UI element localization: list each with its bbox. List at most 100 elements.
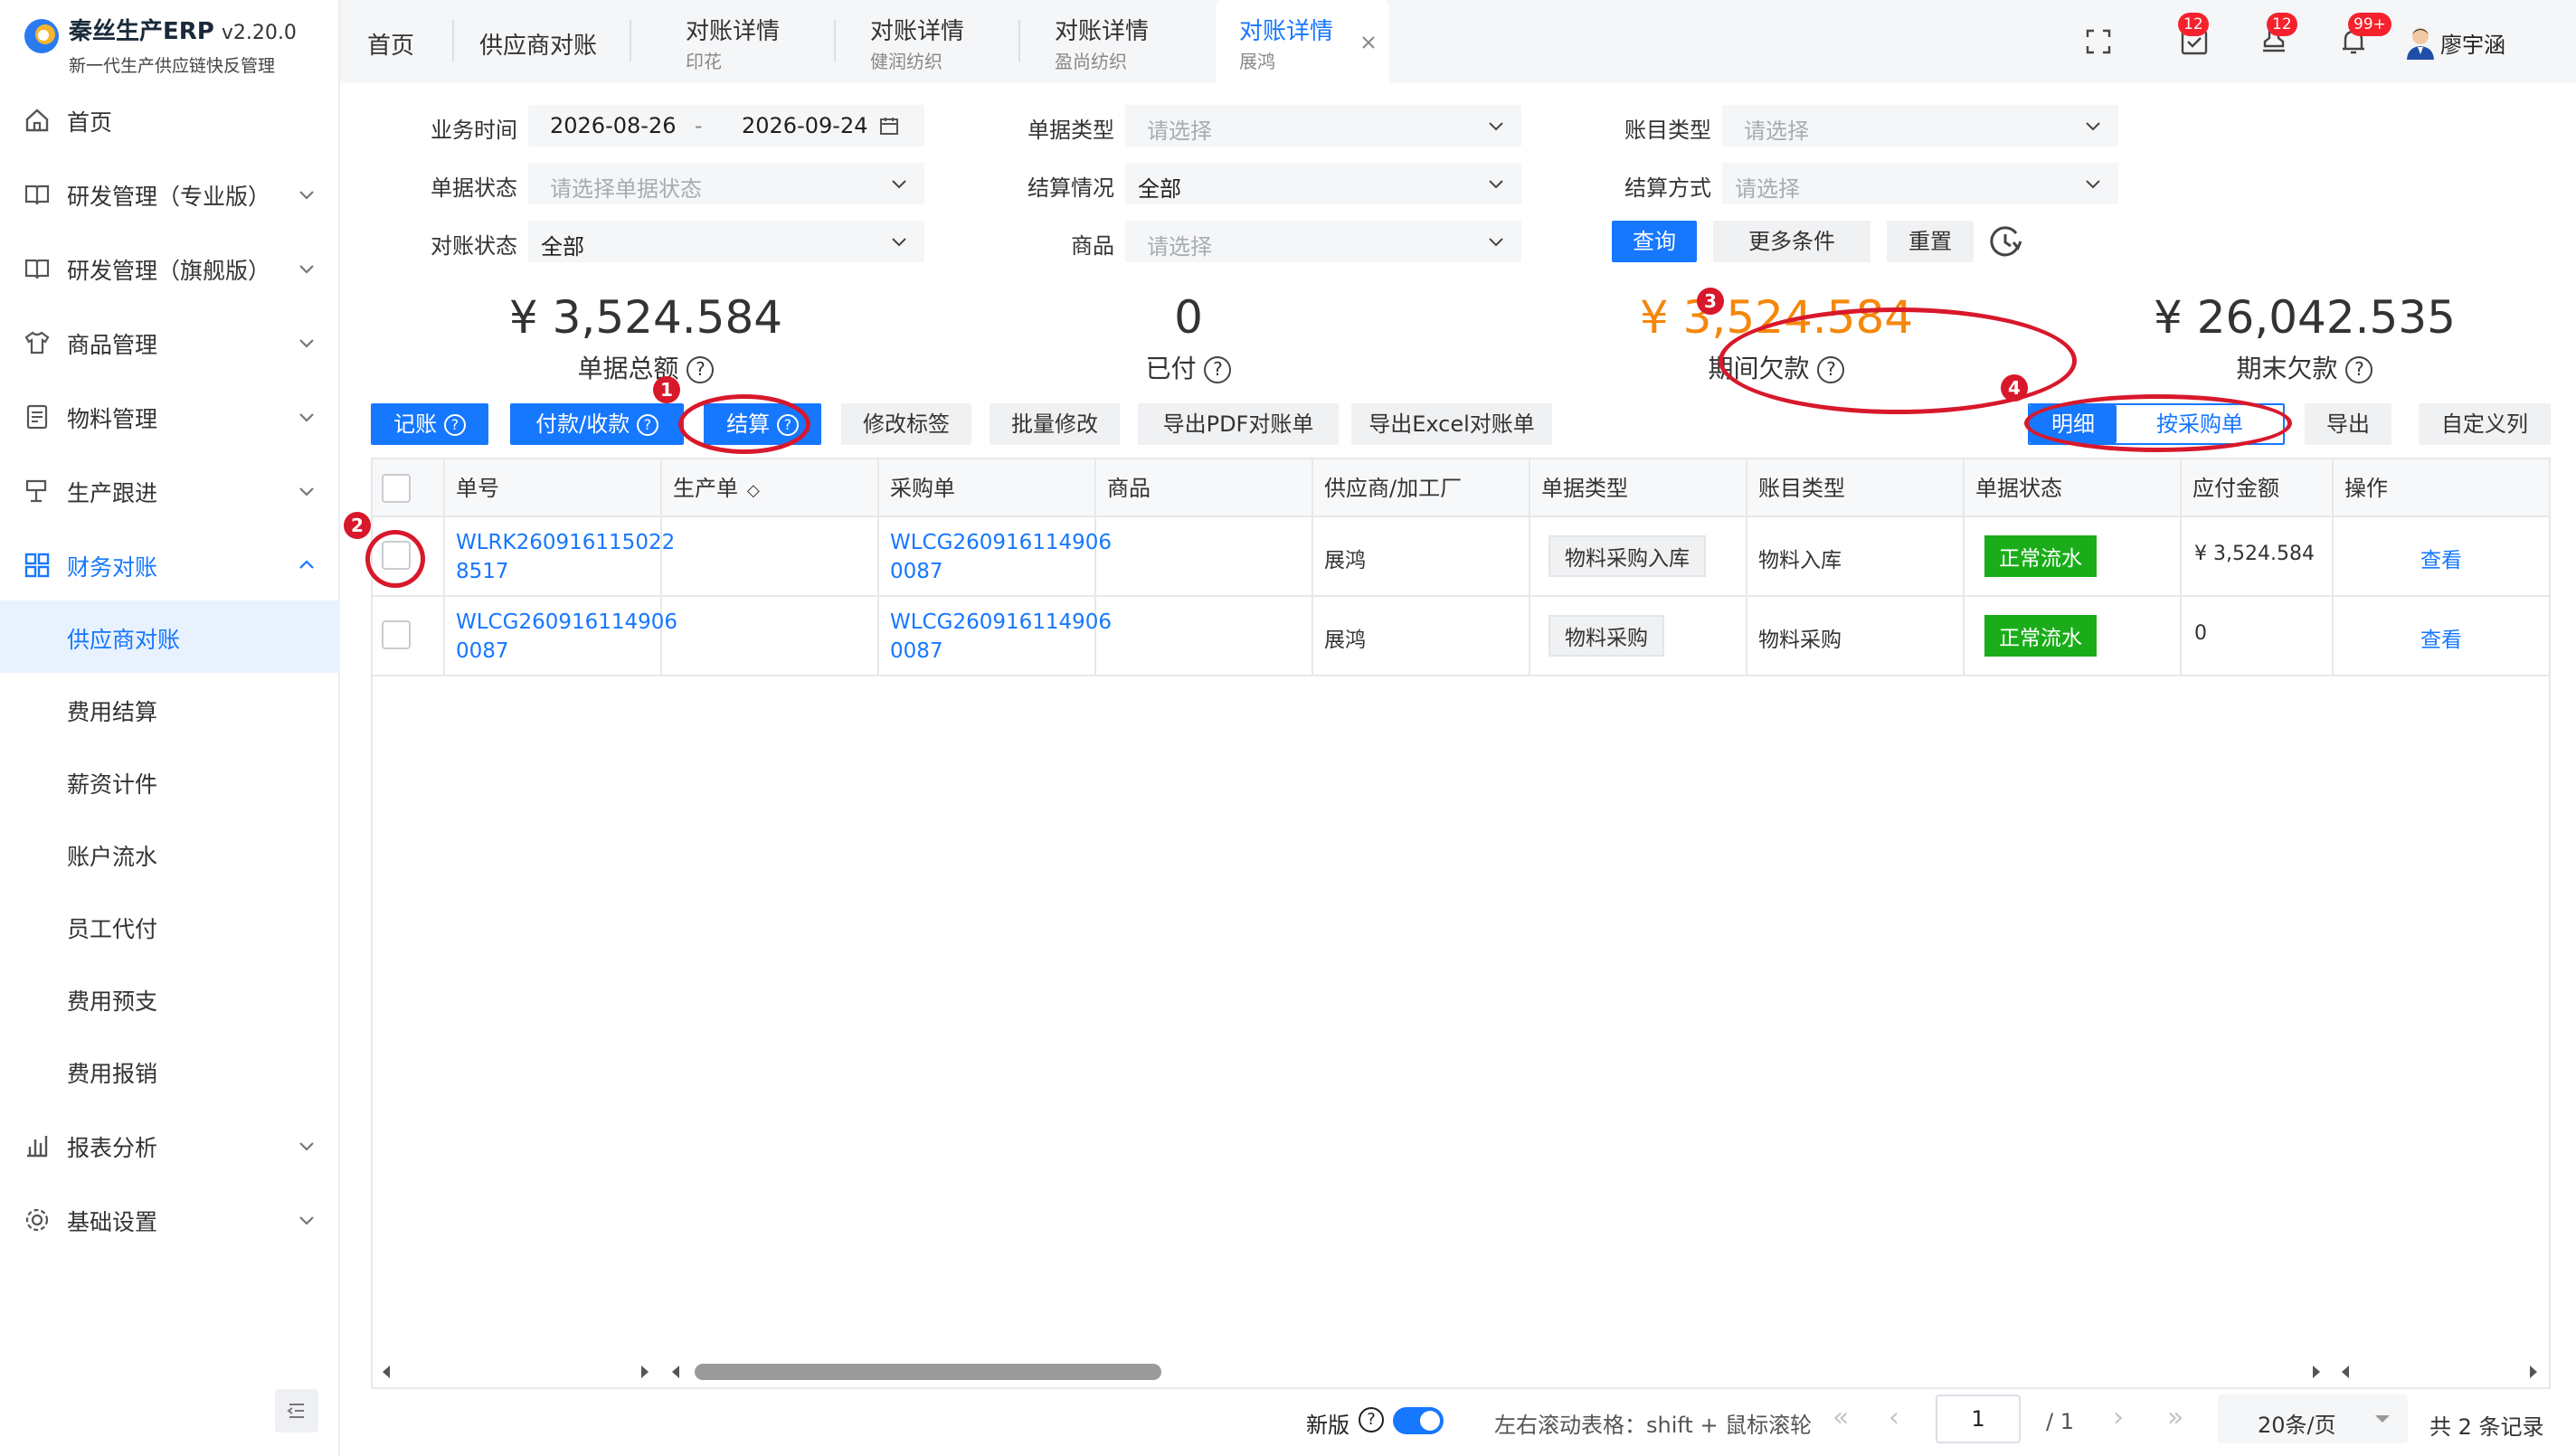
submenu-expense-advance[interactable]: 费用预支	[0, 962, 340, 1035]
view-link[interactable]: 查看	[2334, 597, 2549, 676]
fullscreen-icon[interactable]	[2082, 25, 2115, 58]
submenu-staff-payment[interactable]: 员工代付	[0, 890, 340, 962]
submenu-expense-settle[interactable]: 费用结算	[0, 673, 340, 745]
settle-select[interactable]: 全部	[1125, 163, 1521, 204]
custom-columns-button[interactable]: 自定义列	[2419, 403, 2551, 445]
doc-status-cell: 正常流水	[1965, 517, 2182, 597]
submenu-label: 费用结算	[67, 699, 158, 725]
edit-tag-button[interactable]: 修改标签	[841, 403, 971, 445]
batch-edit-button[interactable]: 批量修改	[990, 403, 1120, 445]
goods-select[interactable]: 请选择	[1125, 221, 1521, 262]
doc-no-line: WLCG260916114906	[456, 610, 678, 634]
sidebar-item-label: 研发管理（旗舰版）	[67, 258, 271, 284]
total-records: 共 2 条记录	[2429, 1414, 2544, 1440]
help-icon[interactable]: ?	[1204, 356, 1232, 383]
last-page-button[interactable]: »	[2167, 1402, 2183, 1433]
next-page-button[interactable]: ›	[2113, 1402, 2124, 1433]
submenu-label: 费用报销	[67, 1061, 158, 1087]
submenu-expense-claim[interactable]: 费用报销	[0, 1035, 340, 1107]
task-badge: 12	[2178, 13, 2209, 36]
scroll-left-arrow[interactable]	[669, 1364, 682, 1380]
scroll-thumb[interactable]	[695, 1364, 1161, 1380]
settle-method-select[interactable]: 请选择	[1722, 163, 2118, 204]
scroll-left-arrow[interactable]	[380, 1364, 393, 1380]
chevron-down-icon	[299, 339, 314, 348]
tab-recon-detail-yinhua[interactable]: 对账详情 印花	[686, 0, 794, 83]
prev-page-button[interactable]: ‹	[1889, 1402, 1899, 1433]
purchase-order-link[interactable]: WLCG260916114906 0087	[879, 517, 1112, 597]
caret-down-icon	[2375, 1415, 2390, 1423]
date-start[interactable]: 2026-08-26	[550, 113, 676, 138]
sort-icon[interactable]: ◇	[747, 481, 760, 500]
scroll-right-arrow[interactable]	[2527, 1364, 2540, 1380]
calendar-icon	[880, 118, 898, 135]
row-checkbox[interactable]	[382, 620, 411, 649]
doc-no-link[interactable]: WLRK260916115022 8517	[445, 517, 675, 597]
tab-supplier-recon[interactable]: 供应商对账	[479, 0, 606, 83]
chevron-down-icon	[2086, 122, 2100, 131]
chevron-down-icon	[299, 1216, 314, 1225]
sidebar-item-rd-pro[interactable]: 研发管理（专业版）	[0, 157, 340, 230]
doc-type-select[interactable]: 请选择	[1125, 105, 1521, 147]
view-link[interactable]: 查看	[2334, 517, 2549, 597]
help-icon[interactable]: ?	[1359, 1407, 1384, 1432]
select-placeholder: 请选择	[1147, 234, 1212, 260]
recon-status-select[interactable]: 全部	[528, 221, 924, 262]
doc-no-link[interactable]: WLCG260916114906 0087	[445, 597, 678, 676]
tab-recon-detail-jianrun[interactable]: 对账详情 健润纺织	[870, 0, 979, 83]
tab-recon-detail-zhanhong[interactable]: 对账详情 展鸿	[1216, 0, 1389, 83]
new-version-toggle[interactable]	[1393, 1407, 1444, 1434]
export-button[interactable]: 导出	[2305, 403, 2391, 445]
app-logo[interactable]: 秦丝生产ERP v2.20.0 新一代生产供应链快反管理	[22, 11, 329, 76]
chevron-down-icon	[892, 180, 906, 189]
history-clock-icon[interactable]	[1986, 222, 2024, 260]
scroll-left-arrow[interactable]	[2339, 1364, 2352, 1380]
page-size-select[interactable]: 20条/页	[2218, 1395, 2408, 1443]
user-name[interactable]: 廖宇涵	[2440, 27, 2505, 59]
export-pdf-button[interactable]: 导出PDF对账单	[1138, 403, 1339, 445]
date-end[interactable]: 2026-09-24	[742, 113, 867, 138]
scroll-right-arrow[interactable]	[639, 1364, 651, 1380]
scroll-right-arrow[interactable]	[2310, 1364, 2323, 1380]
sidebar-item-goods[interactable]: 商品管理	[0, 306, 340, 378]
query-button[interactable]: 查询	[1612, 221, 1697, 262]
more-conditions-button[interactable]: 更多条件	[1713, 221, 1870, 262]
col-production-order[interactable]: 生产单 ◇	[662, 459, 879, 517]
close-icon[interactable]	[1360, 34, 1377, 51]
sidebar-item-production[interactable]: 生产跟进	[0, 454, 340, 526]
tab-recon-detail-yingshang[interactable]: 对账详情 盈尚纺织	[1055, 0, 1163, 83]
avatar[interactable]	[2402, 24, 2439, 60]
purchase-order-link[interactable]: WLCG260916114906 0087	[879, 597, 1112, 676]
chevron-down-icon	[892, 238, 906, 247]
select-all-checkbox[interactable]	[382, 474, 411, 503]
tab-home[interactable]: 首页	[367, 0, 431, 83]
export-excel-button[interactable]: 导出Excel对账单	[1351, 403, 1552, 445]
submenu-supplier-recon[interactable]: 供应商对账	[0, 600, 340, 673]
table-horizontal-scrollbar[interactable]	[371, 1357, 2551, 1387]
doc-status-select[interactable]: 请选择单据状态	[528, 163, 924, 204]
sidebar-item-label: 商品管理	[67, 332, 158, 358]
collapse-sidebar-button[interactable]	[275, 1389, 318, 1432]
help-icon[interactable]: ?	[2345, 356, 2373, 383]
record-button[interactable]: 记账 ?	[371, 403, 488, 445]
doc-no-line: 0087	[456, 639, 509, 663]
reset-button[interactable]: 重置	[1887, 221, 1974, 262]
sidebar-item-home[interactable]: 首页	[0, 83, 340, 156]
page-input[interactable]: 1	[1936, 1395, 2021, 1443]
sidebar-item-settings[interactable]: 基础设置	[0, 1183, 340, 1255]
tab-label: 首页	[367, 33, 415, 60]
sidebar-item-reports[interactable]: 报表分析	[0, 1109, 340, 1181]
stat-value: ¥ 26,042.535	[2154, 291, 2456, 344]
acct-type-select[interactable]: 请选择	[1722, 105, 2118, 147]
help-icon[interactable]: ?	[687, 356, 715, 383]
sidebar-item-rd-flagship[interactable]: 研发管理（旗舰版）	[0, 232, 340, 304]
sidebar-item-label: 研发管理（专业版）	[67, 184, 271, 210]
date-range-picker[interactable]: 2026-08-26 - 2026-09-24	[528, 105, 924, 147]
sidebar-item-material[interactable]: 物料管理	[0, 380, 340, 452]
sidebar-item-finance[interactable]: 财务对账	[0, 528, 340, 600]
first-page-button[interactable]: «	[1833, 1402, 1849, 1433]
po-line: 0087	[890, 639, 943, 663]
submenu-piece-salary[interactable]: 薪资计件	[0, 745, 340, 818]
payment-button[interactable]: 付款/收款 ?	[510, 403, 684, 445]
submenu-account-flow[interactable]: 账户流水	[0, 818, 340, 890]
